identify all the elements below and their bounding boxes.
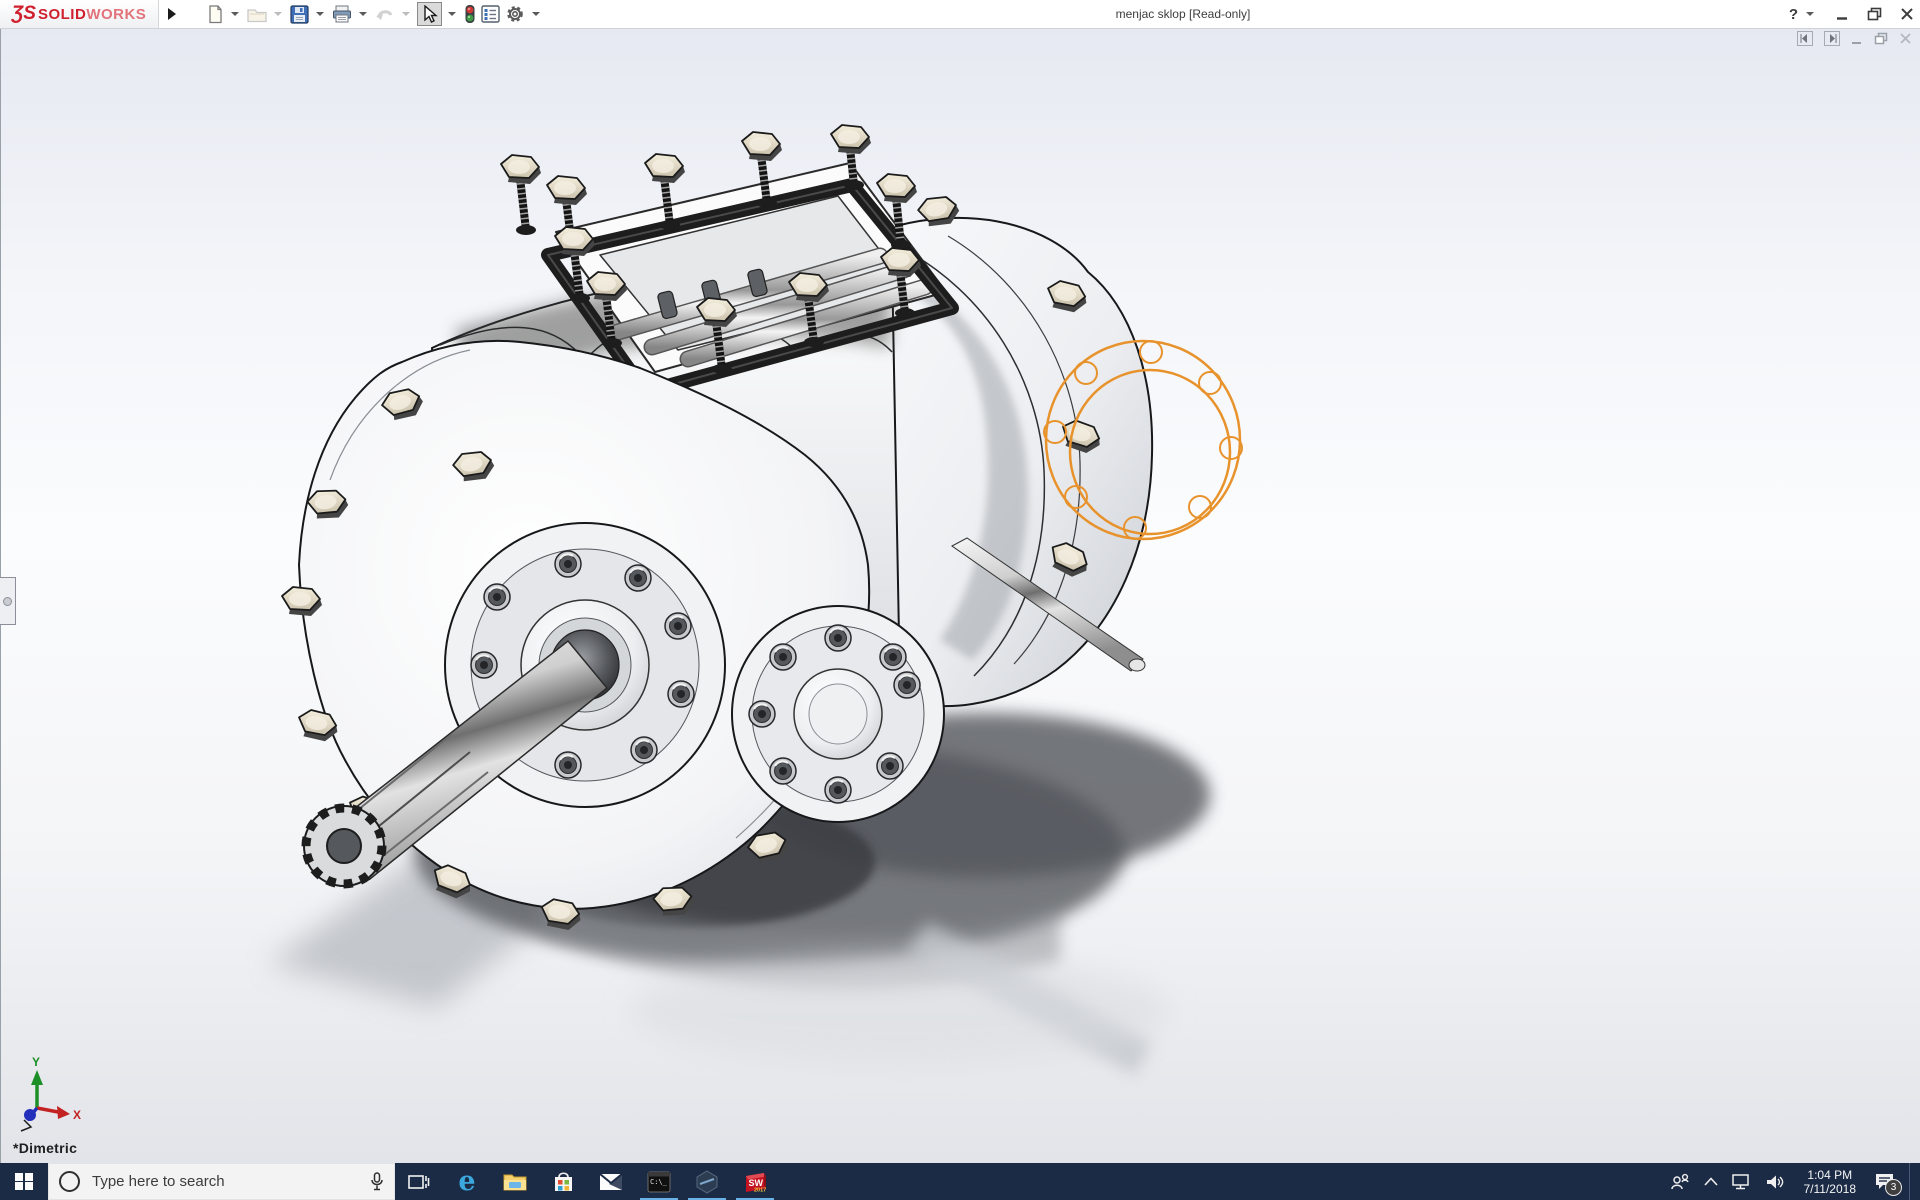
undo-dropdown-icon (402, 12, 410, 16)
chevron-up-icon[interactable] (1703, 1177, 1718, 1186)
windows-taskbar: e (0, 1163, 1920, 1200)
view-orientation-label: *Dimetric (13, 1140, 78, 1156)
svg-text:SW: SW (749, 1178, 764, 1188)
feature-panel-collapsed-tab[interactable] (0, 577, 16, 625)
panel-pin-icon (3, 596, 12, 606)
gearbox-3d-model[interactable]: Y X (0, 28, 1920, 1163)
edge-button[interactable]: e (443, 1163, 491, 1200)
save-dropdown-icon[interactable] (316, 12, 324, 16)
task-view-button[interactable] (395, 1163, 443, 1200)
options-list-icon[interactable] (480, 2, 501, 26)
store-button[interactable] (539, 1163, 587, 1200)
window-title: menjac sklop [Read-only] (1115, 7, 1251, 21)
svg-text:2017: 2017 (754, 1187, 766, 1193)
doc-restore-button[interactable] (1874, 32, 1888, 45)
reference-triad: Y X (20, 1055, 81, 1132)
print-button[interactable] (331, 2, 353, 26)
mail-button[interactable] (587, 1163, 635, 1200)
new-document-button[interactable] (205, 2, 225, 26)
notification-badge: 3 (1885, 1179, 1902, 1196)
taskbar-search[interactable] (48, 1163, 395, 1200)
menu-flyout-arrow-icon[interactable] (163, 3, 181, 25)
triad-y-label: Y (32, 1055, 40, 1069)
search-input[interactable] (90, 1172, 360, 1191)
help-dropdown-icon[interactable] (1806, 12, 1814, 16)
open-dropdown-icon (274, 12, 282, 16)
new-dropdown-icon[interactable] (231, 12, 239, 16)
file-explorer-icon (503, 1174, 527, 1191)
solidworks-rx-button[interactable] (683, 1163, 731, 1200)
open-button[interactable] (246, 2, 268, 26)
minimize-button[interactable] (1836, 8, 1849, 21)
spline-collar (301, 803, 387, 889)
help-button[interactable]: ? (1789, 6, 1798, 23)
select-tool-button[interactable] (417, 2, 442, 26)
cortana-icon (59, 1171, 80, 1192)
solidworks-window: Y X *Dimetric ƷS SOLID WORKS menjac sklo… (0, 0, 1920, 1200)
hexagon-app-icon (696, 1169, 718, 1194)
volume-icon[interactable] (1766, 1174, 1786, 1190)
previous-view-button[interactable] (1797, 31, 1813, 46)
clock-time: 1:04 PM (1807, 1167, 1853, 1182)
select-dropdown-icon[interactable] (448, 12, 456, 16)
store-icon (554, 1171, 572, 1191)
svg-text:C:\_: C:\_ (650, 1178, 668, 1186)
windows-logo-icon (15, 1172, 33, 1191)
solidworks-2017-icon: SW 2017 (746, 1172, 766, 1193)
doc-minimize-button[interactable] (1851, 33, 1863, 45)
title-bar: ƷS SOLID WORKS menjac sklop [Read-only] … (0, 0, 1920, 29)
command-prompt-icon: C:\_ (647, 1171, 671, 1192)
show-desktop-button[interactable] (1909, 1163, 1916, 1200)
restore-button[interactable] (1867, 7, 1882, 21)
logo-glyph: ƷS (11, 3, 36, 24)
solidworks-logo[interactable]: ƷS SOLID WORKS (0, 0, 159, 28)
network-icon[interactable] (1731, 1173, 1752, 1190)
command-prompt-button[interactable]: C:\_ (635, 1163, 683, 1200)
print-dropdown-icon[interactable] (359, 12, 367, 16)
doc-close-button[interactable] (1899, 32, 1912, 45)
save-button[interactable] (289, 2, 310, 26)
people-icon[interactable] (1670, 1173, 1690, 1190)
quick-access-toolbar (205, 0, 544, 28)
close-button[interactable] (1900, 7, 1914, 21)
solidworks-2017-button[interactable]: SW 2017 (731, 1163, 779, 1200)
microphone-icon[interactable] (370, 1172, 384, 1191)
window-controls: ? (1789, 0, 1914, 28)
file-explorer-button[interactable] (491, 1163, 539, 1200)
action-center-button[interactable]: 3 (1874, 1172, 1902, 1196)
system-tray: 1:04 PM 7/11/2018 3 (1670, 1163, 1920, 1200)
triad-x-label: X (73, 1108, 81, 1122)
taskbar-clock[interactable]: 1:04 PM 7/11/2018 (1800, 1168, 1861, 1196)
settings-gear-icon[interactable] (504, 2, 526, 26)
secondary-bearing-cover[interactable] (731, 605, 945, 823)
edge-icon: e (458, 1166, 476, 1197)
start-button[interactable] (0, 1163, 48, 1200)
interference-lights-icon[interactable] (463, 2, 477, 26)
next-view-button[interactable] (1824, 31, 1840, 46)
undo-button[interactable] (374, 2, 396, 26)
settings-dropdown-icon[interactable] (532, 12, 540, 16)
mail-icon (599, 1172, 623, 1190)
document-window-controls (1797, 31, 1912, 46)
clock-date: 7/11/2018 (1803, 1181, 1857, 1196)
